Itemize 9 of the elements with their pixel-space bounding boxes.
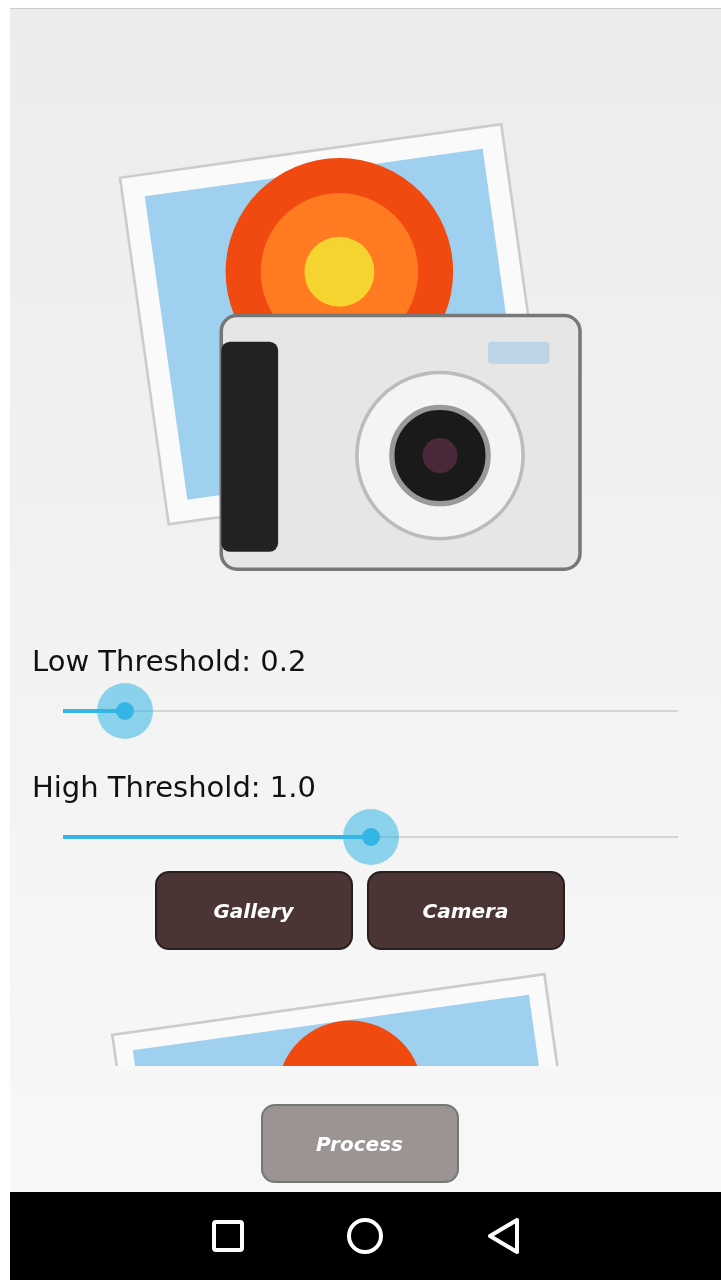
recents-icon[interactable]: [210, 1219, 245, 1254]
threshold-slider[interactable]: [63, 683, 678, 739]
back-icon[interactable]: [486, 1217, 521, 1256]
action-button[interactable]: Camera: [366, 871, 565, 950]
threshold-slider[interactable]: [63, 809, 678, 865]
action-button[interactable]: Gallery: [154, 871, 353, 950]
threshold-label: Low Threshold: 0.2: [32, 643, 308, 679]
threshold-label: High Threshold: 1.0: [32, 769, 317, 805]
home-icon[interactable]: [346, 1217, 385, 1256]
